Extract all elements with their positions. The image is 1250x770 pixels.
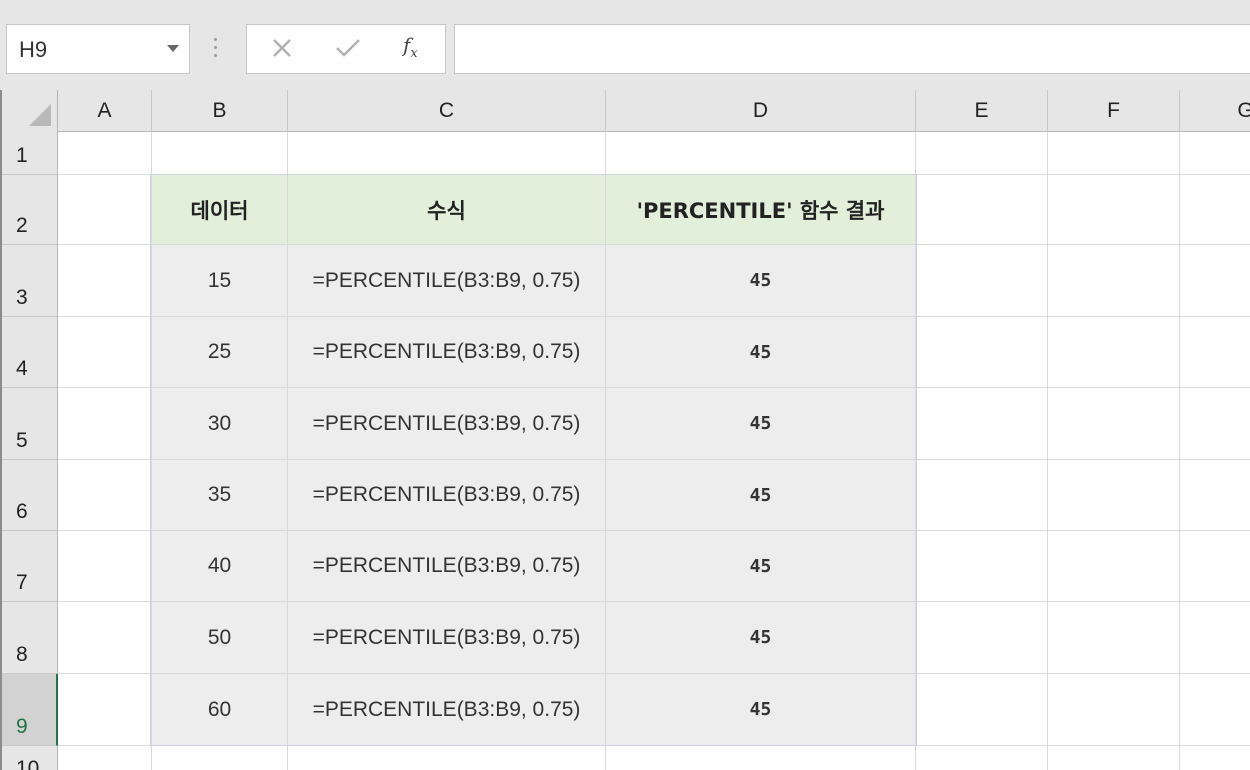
name-box[interactable]: H9 [6,24,190,74]
result-cell[interactable]: 45 [606,460,915,530]
formula-cell[interactable]: =PERCENTILE(B3:B9, 0.75) [288,602,605,673]
data-cell[interactable]: 25 [152,317,287,387]
row-header-2[interactable]: 2 [2,175,58,245]
data-cell[interactable]: 40 [152,531,287,601]
result-cell[interactable]: 45 [606,317,915,387]
check-icon[interactable] [333,35,363,61]
result-cell[interactable]: 45 [606,674,915,745]
select-all-icon [29,104,51,126]
formula-cell[interactable]: =PERCENTILE(B3:B9, 0.75) [288,317,605,387]
column-header-b[interactable]: B [152,90,288,132]
formula-input[interactable] [454,24,1250,74]
column-header-c[interactable]: C [288,90,606,132]
column-header-e[interactable]: E [916,90,1048,132]
data-cell[interactable]: 15 [152,245,287,316]
row-header-3[interactable]: 3 [2,245,58,317]
formula-cell[interactable]: =PERCENTILE(B3:B9, 0.75) [288,531,605,601]
row-header-6[interactable]: 6 [2,460,58,531]
formula-bar: H9 fx [0,0,1250,90]
row-header-8[interactable]: 8 [2,602,58,674]
column-header-f[interactable]: F [1048,90,1180,132]
name-box-value[interactable]: H9 [19,37,47,63]
column-header-g[interactable]: G [1180,90,1250,132]
insert-function-button[interactable]: fx [403,33,418,61]
formula-buttons: fx [246,24,446,74]
chevron-down-icon[interactable] [167,45,179,52]
result-cell[interactable]: 45 [606,531,915,601]
data-cell[interactable]: 50 [152,602,287,673]
formula-cell[interactable]: =PERCENTILE(B3:B9, 0.75) [288,674,605,745]
row-header-10[interactable]: 10 [2,746,58,770]
data-cell[interactable]: 60 [152,674,287,745]
close-icon[interactable] [269,35,295,61]
table-header-formula[interactable]: 수식 [288,175,605,244]
row-header-7[interactable]: 7 [2,531,58,602]
formula-cell[interactable]: =PERCENTILE(B3:B9, 0.75) [288,388,605,459]
table-header-result[interactable]: 'PERCENTILE' 함수 결과 [606,175,915,244]
select-all-button[interactable] [2,90,58,132]
fx-icon: fx [403,33,418,61]
result-cell[interactable]: 45 [606,245,915,316]
data-cell[interactable]: 30 [152,388,287,459]
row-header-9[interactable]: 9 [2,674,58,746]
formula-cell[interactable]: =PERCENTILE(B3:B9, 0.75) [288,245,605,316]
row-header-5[interactable]: 5 [2,388,58,460]
grip-icon[interactable] [214,38,217,60]
table-header-data[interactable]: 데이터 [152,175,287,244]
formula-cell[interactable]: =PERCENTILE(B3:B9, 0.75) [288,460,605,530]
row-header-4[interactable]: 4 [2,317,58,388]
column-header-d[interactable]: D [606,90,916,132]
column-header-a[interactable]: A [58,90,152,132]
result-cell[interactable]: 45 [606,602,915,673]
data-cell[interactable]: 35 [152,460,287,530]
worksheet-grid[interactable]: A B C D E F G 1 2 3 4 5 6 7 8 9 10 데이터 수… [0,90,1250,770]
result-cell[interactable]: 45 [606,388,915,459]
row-header-1[interactable]: 1 [2,132,58,175]
